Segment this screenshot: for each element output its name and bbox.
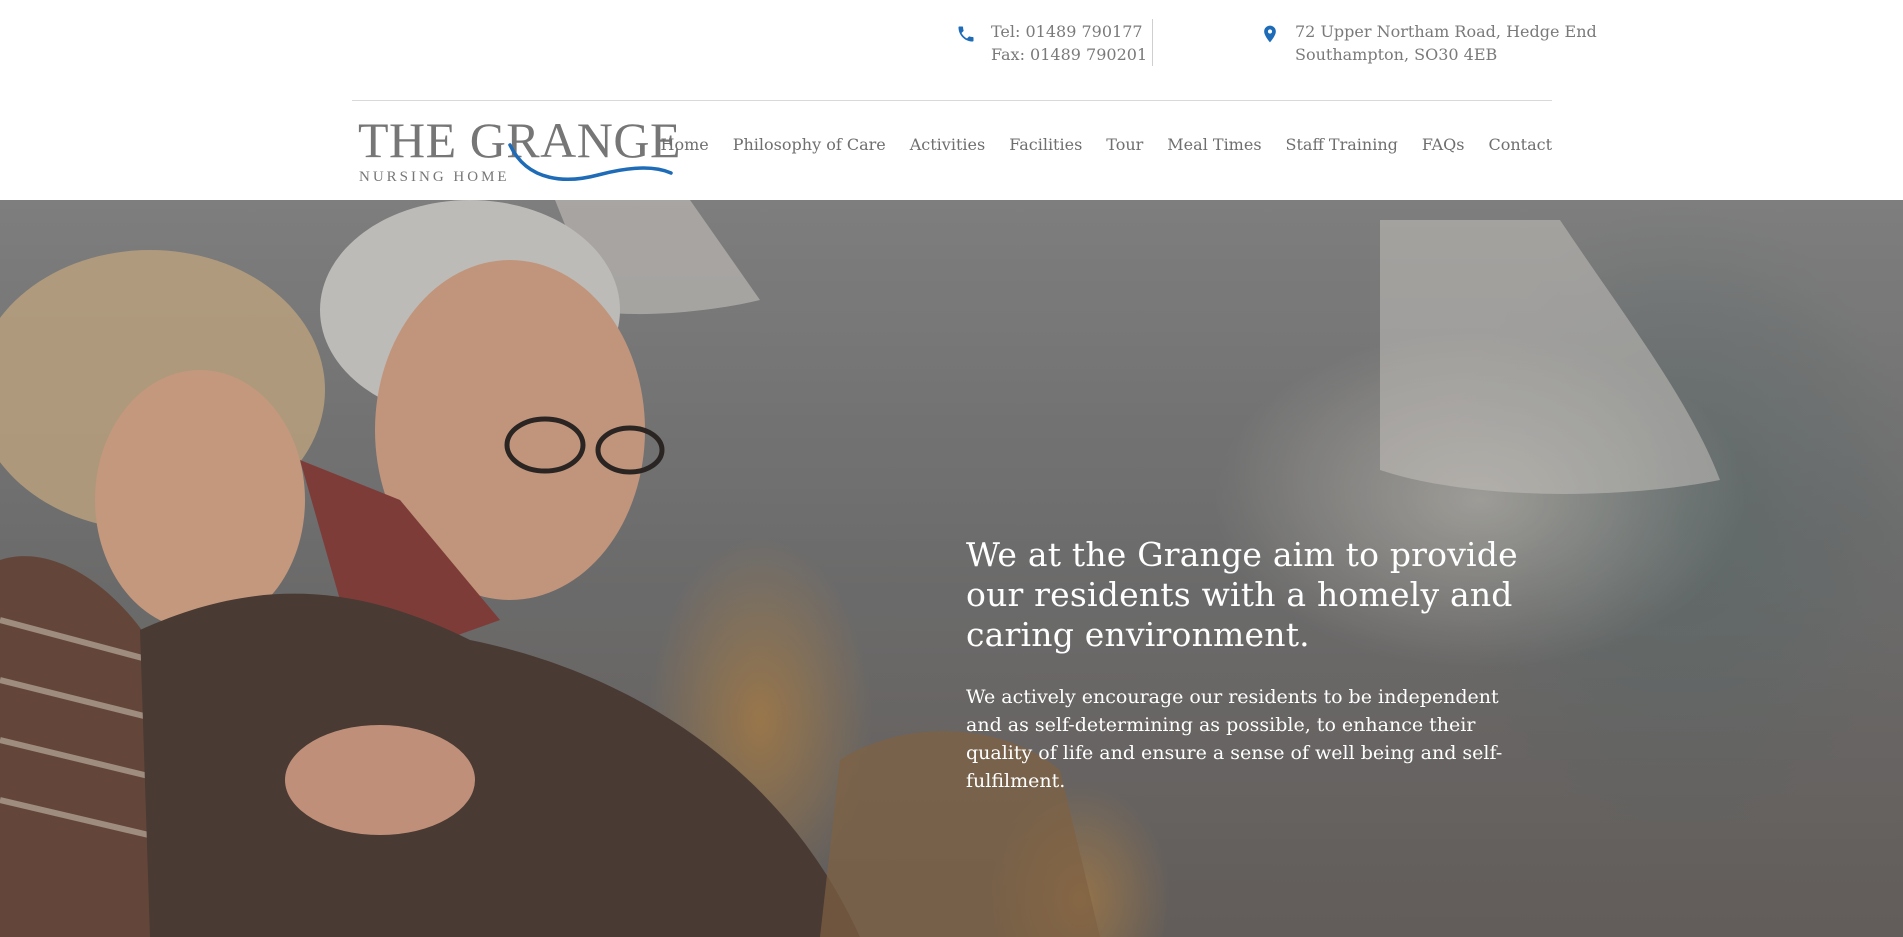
phone-icon [958,26,974,42]
nav-faqs[interactable]: FAQs [1422,135,1465,154]
top-contact-bar: Tel: 01489 790177 Fax: 01489 790201 72 U… [0,0,1903,100]
hero-text-block: We at the Grange aim to provide our resi… [966,535,1536,795]
logo-subtitle: NURSING HOME [359,169,510,185]
phone-contact: Tel: 01489 790177 Fax: 01489 790201 [956,20,1147,66]
nav-tour[interactable]: Tour [1106,135,1143,154]
hero-heading: We at the Grange aim to provide our resi… [966,535,1518,654]
nav-facilities[interactable]: Facilities [1009,135,1082,154]
nav-home[interactable]: Home [661,135,709,154]
address-line-2: Southampton, SO30 4EB [1295,45,1498,64]
contact-divider [1152,19,1153,66]
address-details: 72 Upper Northam Road, Hedge End Southam… [1295,20,1597,66]
map-marker-icon [1264,25,1276,43]
address-line-1: 72 Upper Northam Road, Hedge End [1295,22,1597,41]
nav-contact[interactable]: Contact [1488,135,1552,154]
fax-number: Fax: 01489 790201 [991,45,1148,64]
nav-activities[interactable]: Activities [910,135,985,154]
telephone-number[interactable]: Tel: 01489 790177 [991,20,1147,43]
main-navigation: Home Philosophy of Care Activities Facil… [661,135,1553,154]
phone-details: Tel: 01489 790177 Fax: 01489 790201 [991,20,1147,66]
site-header: THE GRANGE NURSING HOME Home Philosophy … [0,101,1903,200]
site-logo[interactable]: THE GRANGE NURSING HOME [358,113,681,195]
nav-staff-training[interactable]: Staff Training [1286,135,1398,154]
nav-philosophy-of-care[interactable]: Philosophy of Care [733,135,886,154]
address-contact: 72 Upper Northam Road, Hedge End Southam… [1260,20,1597,66]
nav-meal-times[interactable]: Meal Times [1167,135,1261,154]
hero-banner: We at the Grange aim to provide our resi… [0,200,1903,937]
logo-swoosh [508,143,673,181]
page: Tel: 01489 790177 Fax: 01489 790201 72 U… [0,0,1903,937]
hero-overlay [0,200,1903,937]
hero-body-text: We actively encourage our residents to b… [966,686,1503,792]
